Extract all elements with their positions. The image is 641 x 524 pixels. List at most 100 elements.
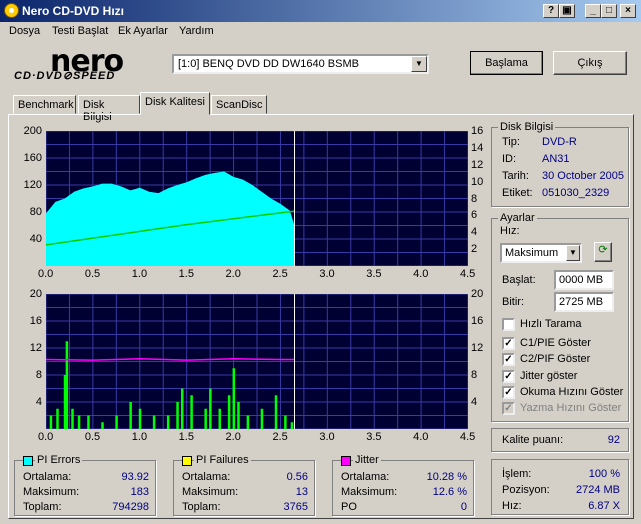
pif-bar bbox=[115, 415, 118, 429]
jitter-avg-value: 10.28 % bbox=[426, 471, 467, 483]
info-icon[interactable]: ▣ bbox=[559, 4, 575, 18]
tab-disk-quality[interactable]: Disk Kalitesi bbox=[140, 92, 210, 115]
pie-total-value: 794298 bbox=[112, 501, 149, 513]
pie-max-value: 183 bbox=[130, 486, 149, 498]
pif-bar bbox=[290, 422, 294, 429]
help-icon[interactable]: ? bbox=[543, 4, 559, 18]
pif-bar bbox=[246, 415, 250, 429]
start-label: Başlat: bbox=[502, 274, 536, 286]
progress-group: İşlem: 100 % Pozisyon: 2724 MB Hız: 6.87… bbox=[491, 459, 629, 515]
pif-bar bbox=[138, 408, 142, 429]
y-left-tick-label: 40 bbox=[29, 233, 42, 245]
show-c1-pie-checkbox[interactable]: ✓ bbox=[502, 337, 515, 350]
title-bar: Nero CD-DVD Hızı ? ▣ _ □ × bbox=[0, 0, 641, 22]
x-tick-label: 3.0 bbox=[319, 431, 335, 443]
pi-errors-group: PI Errors Ortalama: 93.92 Maksimum: 183 … bbox=[14, 454, 156, 516]
settings-title: Ayarlar bbox=[498, 212, 537, 224]
x-tick-label: 2.5 bbox=[272, 431, 288, 443]
menu-start-test[interactable]: Testi Başlat bbox=[52, 25, 108, 37]
speed-label: Hız: bbox=[500, 225, 520, 237]
disk-label-value: 051030_2329 bbox=[542, 187, 610, 199]
drive-select[interactable]: [1:0] BENQ DVD DD DW1640 BSMB ▼ bbox=[172, 54, 429, 74]
speed-select[interactable]: Maksimum ▼ bbox=[500, 243, 582, 263]
show-c1-pie-label: C1/PIE Göster bbox=[520, 337, 591, 349]
menu-extra-settings[interactable]: Ek Ayarlar bbox=[118, 25, 168, 37]
close-button[interactable]: × bbox=[620, 4, 636, 18]
x-tick-label: 0.5 bbox=[84, 268, 101, 280]
y-right-tick-label: 6 bbox=[471, 209, 478, 222]
pif-bar bbox=[190, 395, 193, 429]
end-input[interactable]: 2725 MB bbox=[554, 292, 614, 312]
show-c2-pif-checkbox[interactable]: ✓ bbox=[502, 353, 515, 366]
pif-avg-label: Ortalama: bbox=[182, 471, 231, 483]
y-right-tick-label: 12 bbox=[471, 158, 484, 171]
pif-bar bbox=[49, 415, 53, 429]
y-right-tick-label: 4 bbox=[471, 396, 478, 408]
disk-label-label: Etiket: bbox=[502, 187, 533, 199]
speed-readout-label: Hız: bbox=[502, 500, 522, 512]
x-tick-label: 3.5 bbox=[366, 268, 382, 280]
x-tick-label: 1.0 bbox=[131, 268, 148, 280]
settings-group: Ayarlar Hız: Maksimum ▼ ⟳ Başlat: 0000 M… bbox=[491, 212, 629, 422]
pif-avg-value: 0.56 bbox=[286, 471, 308, 483]
menu-help[interactable]: Yardım bbox=[179, 25, 214, 37]
disk-id-value: AN31 bbox=[542, 153, 570, 165]
pie-total-label: Toplam: bbox=[23, 501, 62, 513]
x-tick-label: 3.0 bbox=[319, 268, 335, 280]
tab-scandisc[interactable]: ScanDisc bbox=[211, 95, 267, 114]
drive-select-value: [1:0] BENQ DVD DD DW1640 BSMB bbox=[178, 58, 359, 70]
quick-scan-checkbox[interactable] bbox=[502, 318, 515, 331]
minimize-button[interactable]: _ bbox=[585, 4, 601, 18]
disk-type-label: Tip: bbox=[502, 136, 520, 148]
y-right-tick-label: 4 bbox=[471, 226, 478, 239]
x-tick-label: 2.0 bbox=[225, 431, 241, 443]
y-left-tick-label: 16 bbox=[29, 315, 42, 327]
x-tick-label: 4.5 bbox=[460, 431, 476, 443]
po-value: 0 bbox=[460, 501, 467, 513]
pie-avg-value: 93.92 bbox=[121, 471, 149, 483]
pif-bar bbox=[129, 402, 132, 429]
disk-date-value: 30 October 2005 bbox=[542, 170, 624, 182]
y-left-tick-label: 160 bbox=[23, 152, 42, 164]
disk-info-group: Disk Bilgisi Tip: DVD-R ID: AN31 Tarih: … bbox=[491, 121, 629, 207]
process-value: 100 % bbox=[588, 468, 620, 480]
maximize-button[interactable]: □ bbox=[601, 4, 617, 18]
start-input[interactable]: 0000 MB bbox=[554, 270, 614, 290]
process-label: İşlem: bbox=[502, 468, 532, 480]
show-jitter-checkbox[interactable]: ✓ bbox=[502, 370, 515, 383]
y-left-tick-label: 80 bbox=[29, 206, 42, 218]
chevron-down-icon[interactable]: ▼ bbox=[566, 245, 580, 261]
quality-value: 92 bbox=[607, 434, 620, 446]
x-tick-label: 4.0 bbox=[413, 431, 429, 443]
pif-bar bbox=[274, 395, 278, 429]
pif-jitter-chart bbox=[46, 294, 468, 429]
pif-bar bbox=[232, 368, 236, 429]
exit-button[interactable]: Çıkış bbox=[553, 51, 627, 75]
pif-bar bbox=[209, 388, 212, 429]
chevron-down-icon[interactable]: ▼ bbox=[411, 56, 427, 72]
y-left-tick-label: 20 bbox=[29, 288, 42, 300]
show-write-speed-label: Yazma Hızını Göster bbox=[520, 402, 622, 414]
pif-bar bbox=[152, 415, 156, 429]
pif-bar bbox=[180, 388, 184, 429]
show-read-speed-checkbox[interactable]: ✓ bbox=[502, 386, 515, 399]
disk-date-label: Tarih: bbox=[502, 170, 529, 182]
y-right-tick-label: 16 bbox=[471, 125, 484, 137]
y-left-tick-label: 4 bbox=[35, 396, 42, 408]
x-tick-label: 2.5 bbox=[272, 268, 288, 280]
pi-failures-title: PI Failures bbox=[194, 454, 251, 466]
x-tick-label: 2.0 bbox=[225, 268, 241, 280]
y-left-tick-label: 120 bbox=[23, 179, 42, 191]
pi-errors-title: PI Errors bbox=[35, 454, 83, 466]
jitter-title: Jitter bbox=[353, 454, 381, 466]
menu-file[interactable]: Dosya bbox=[9, 25, 40, 37]
pi-errors-swatch bbox=[23, 456, 33, 466]
start-button[interactable]: Başlama bbox=[470, 51, 543, 75]
pif-bar bbox=[218, 408, 221, 429]
tab-benchmark[interactable]: Benchmark bbox=[13, 95, 76, 114]
x-tick-label: 4.0 bbox=[413, 268, 429, 280]
refresh-icon[interactable]: ⟳ bbox=[594, 242, 612, 262]
window-title: Nero CD-DVD Hızı bbox=[22, 4, 125, 18]
pif-bar bbox=[65, 341, 69, 429]
tab-disk-info[interactable]: Disk Bilgisi bbox=[78, 95, 140, 123]
